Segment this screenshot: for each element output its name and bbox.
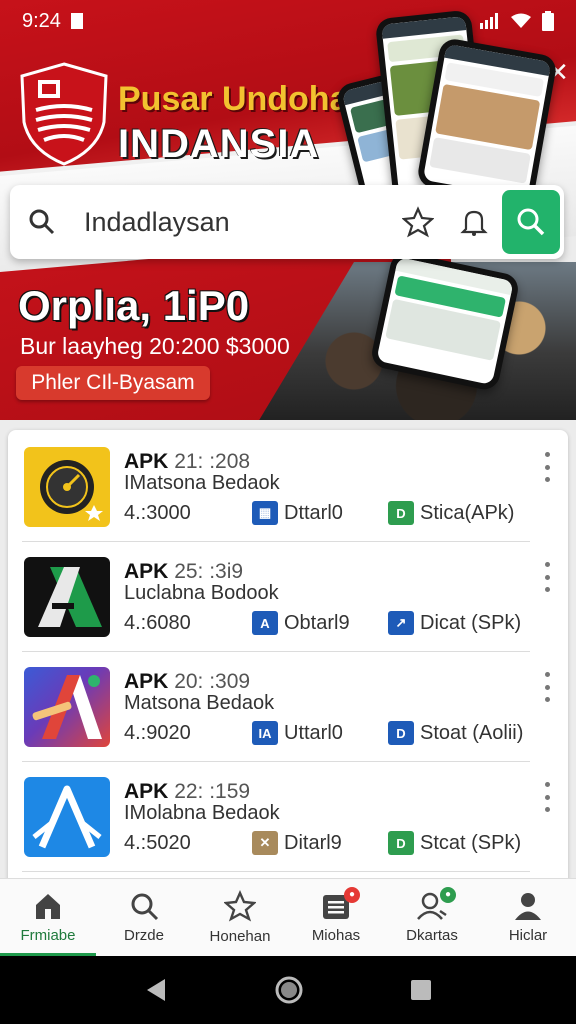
promo-subtitle: Bur laayheg 20:200 $3000 xyxy=(20,333,290,359)
signal-icon xyxy=(480,13,498,29)
person-icon xyxy=(515,893,541,920)
nav-label: Drzde xyxy=(123,927,164,944)
nav-label: Miohas xyxy=(311,927,361,944)
letter-a-small-icon: A xyxy=(252,611,278,635)
app-tag-rating: ✕ Ditarl9 xyxy=(252,830,342,856)
star-icon[interactable] xyxy=(402,206,434,238)
nav-item-profile[interactable]: Hiclar xyxy=(480,879,576,956)
download-icon: D xyxy=(388,501,414,525)
more-options-icon[interactable] xyxy=(540,782,554,812)
download-icon: D xyxy=(388,831,414,855)
list-item[interactable]: APK 22: :159 IMolabna Bedaok 4.:5020 ✕ D… xyxy=(22,762,550,872)
app-tag-rating: ▦ Dttarl0 xyxy=(252,500,343,526)
search-bar[interactable]: Indadlaysan xyxy=(10,185,564,259)
compass-icon xyxy=(24,447,110,527)
home-icon xyxy=(36,894,60,919)
list-item[interactable]: APK 25: :3i9 Luclabna Bodook 4.:6080 A O… xyxy=(22,542,550,652)
letter-a-gradient-icon xyxy=(24,667,110,747)
notification-badge: ● xyxy=(440,887,456,903)
brand-title: Pusar Undohan xyxy=(118,80,370,118)
app-size: 4.:3000 xyxy=(124,502,191,524)
app-title: APK 25: :3i9 xyxy=(124,560,244,583)
promo-button[interactable]: Phler CIl-Byasam xyxy=(16,366,210,400)
more-options-icon[interactable] xyxy=(540,562,554,592)
grid-icon: ▦ xyxy=(252,501,278,525)
nav-item-search[interactable]: Drzde xyxy=(96,879,192,956)
status-time: 9:24 xyxy=(22,9,61,32)
hero-banner[interactable]: 9:24 ✕ Pusar Undohan INDANSIA Indadlaysa… xyxy=(0,0,576,420)
nav-label: Hiclar xyxy=(508,927,548,944)
recents-icon[interactable] xyxy=(409,978,433,1002)
app-developer: Matsona Bedaok xyxy=(124,692,275,714)
home-circle-icon[interactable] xyxy=(274,975,304,1005)
wifi-icon xyxy=(511,13,531,28)
bottom-navigation: Frmiabe Drzde Honehan ● Miohas ● Dkartas… xyxy=(0,878,576,956)
app-developer: IMolabna Bedaok xyxy=(124,802,280,824)
search-button[interactable] xyxy=(502,190,560,254)
search-input[interactable]: Indadlaysan xyxy=(74,207,390,238)
shield-logo-icon xyxy=(20,62,108,166)
nav-label: Frmiabe xyxy=(20,927,76,944)
notification-icon xyxy=(70,13,83,29)
brand-subtitle: INDANSIA xyxy=(118,122,320,166)
more-options-icon[interactable] xyxy=(540,672,554,702)
nav-item-accounts[interactable]: ● Dkartas xyxy=(384,879,480,956)
app-tag-rating: IA Uttarl0 xyxy=(252,720,343,746)
promo-title: Orplıa, 1iP0 xyxy=(18,282,250,329)
nav-item-list[interactable]: ● Miohas xyxy=(288,879,384,956)
search-icon xyxy=(131,893,159,921)
app-title: APK 21: :208 xyxy=(124,450,251,473)
app-title: APK 20: :309 xyxy=(124,670,251,693)
more-options-icon[interactable] xyxy=(540,452,554,482)
nav-label: Dkartas xyxy=(406,927,458,944)
nav-label: Honehan xyxy=(209,928,271,945)
app-title: APK 22: :159 xyxy=(124,780,251,803)
nav-item-favorites[interactable]: Honehan xyxy=(192,879,288,956)
app-size: 4.:5020 xyxy=(124,832,191,854)
back-icon[interactable] xyxy=(143,977,169,1003)
nav-item-home[interactable]: Frmiabe xyxy=(0,879,96,956)
system-navigation-bar xyxy=(0,956,576,1024)
app-tag-type: D Stoat (Aolii) xyxy=(388,720,523,746)
letter-a-icon xyxy=(24,557,110,637)
app-tag-rating: A Obtarl9 xyxy=(252,610,350,636)
app-tag-type: D Stica(APk) xyxy=(388,500,514,526)
letter-d-icon: D xyxy=(388,721,414,745)
letter-a-small-icon: IA xyxy=(252,721,278,745)
star-icon xyxy=(224,890,256,922)
app-size: 4.:6080 xyxy=(124,612,191,634)
search-icon xyxy=(29,209,55,235)
notification-badge: ● xyxy=(344,887,360,903)
tools-icon: ✕ xyxy=(252,831,278,855)
bell-icon[interactable] xyxy=(460,207,488,237)
list-item[interactable]: APK 20: :309 Matsona Bedaok 4.:9020 IA U… xyxy=(22,652,550,762)
status-bar: 9:24 xyxy=(0,0,576,42)
app-size: 4.:9020 xyxy=(124,722,191,744)
list-item[interactable]: APK 21: :208 IMatsona Bedaok 4.:3000 ▦ D… xyxy=(22,432,550,542)
letter-a-outline-icon xyxy=(24,777,110,857)
battery-icon xyxy=(542,11,554,31)
chart-icon: ↗ xyxy=(388,611,414,635)
app-tag-type: D Stcat (SPk) xyxy=(388,830,521,856)
app-list: APK 21: :208 IMatsona Bedaok 4.:3000 ▦ D… xyxy=(8,430,568,890)
app-tag-type: ↗ Dicat (SPk) xyxy=(388,610,521,636)
app-developer: IMatsona Bedaok xyxy=(124,472,280,494)
app-developer: Luclabna Bodook xyxy=(124,582,279,604)
search-icon xyxy=(517,208,545,236)
